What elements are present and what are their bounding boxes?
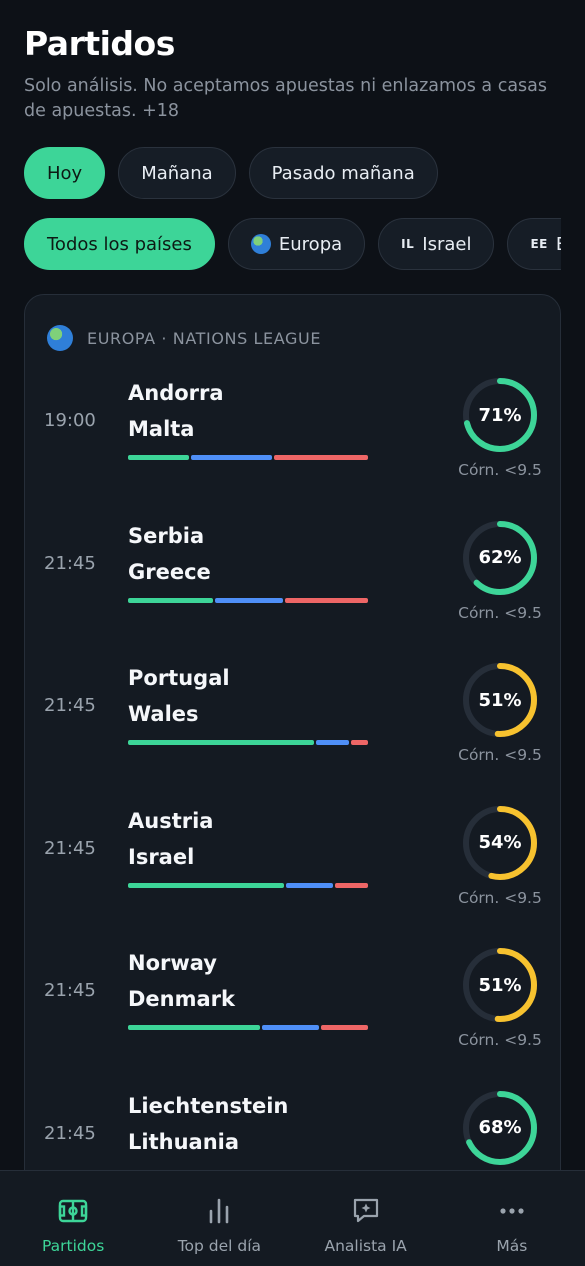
away-win-segment [285, 597, 368, 603]
away-team: Lithuania [128, 1129, 240, 1154]
country-chip-es[interactable]: EE Es [507, 218, 561, 270]
match-time: 21:45 [44, 837, 96, 859]
outcome-probability-bar [128, 1025, 368, 1030]
pitch-icon [58, 1199, 88, 1223]
league-card: EUROPA · NATIONS LEAGUE 19:00 Andorra Malt… [24, 294, 561, 1170]
tab-label: Analista IA [324, 1237, 407, 1255]
chip-label: Europa [278, 233, 343, 255]
matches-page: Partidos Solo análisis. No aceptamos apu… [0, 0, 585, 1170]
tab-top-del-dia[interactable]: Top del día [146, 1171, 292, 1266]
country-chip-all[interactable]: Todos los países [24, 218, 215, 270]
league-name: EUROPA · NATIONS LEAGUE [87, 328, 322, 348]
market-label: Córn. <9.5 [458, 461, 542, 479]
probability-value: 51% [478, 974, 522, 996]
away-team: Greece [128, 559, 211, 584]
match-row[interactable]: 21:45 Norway Denmark 51% Córn. <9.5 [25, 935, 560, 1077]
tab-label: Top del día [177, 1237, 262, 1255]
day-chip-day-after[interactable]: Pasado mañana [248, 147, 438, 199]
chip-label: Israel [422, 233, 472, 255]
globe-icon [47, 325, 73, 351]
globe-icon [250, 234, 271, 254]
day-filter-row: Hoy Mañana Pasado mañana [24, 147, 438, 199]
more-dots-icon [500, 1208, 524, 1214]
home-win-segment [128, 1025, 261, 1030]
home-win-segment [128, 455, 190, 460]
bottom-tab-bar: Partidos Top del día Analista IA Más [0, 1170, 585, 1266]
away-win-segment [273, 455, 368, 460]
day-chip-tomorrow[interactable]: Mañana [118, 147, 236, 199]
country-filter-row[interactable]: Todos los países Europa IL Israel EE Es [24, 218, 561, 270]
away-win-segment [334, 882, 369, 888]
away-team: Wales [128, 702, 199, 726]
day-chip-today[interactable]: Hoy [24, 147, 106, 199]
home-win-segment [128, 597, 213, 603]
probability-value: 62% [478, 547, 522, 568]
match-time: 21:45 [44, 980, 96, 1001]
market-label: Córn. <9.5 [458, 888, 542, 907]
match-row[interactable]: 21:45 Serbia Greece 62% Córn. <9.5 [25, 508, 560, 650]
probability-value: 68% [478, 1117, 522, 1138]
chip-label: Pasado mañana [271, 162, 415, 184]
home-team: Liechtenstein [128, 1093, 289, 1118]
home-team: Austria [128, 808, 214, 833]
home-win-segment [128, 882, 284, 888]
country-chip-israel[interactable]: IL Israel [378, 218, 495, 270]
home-team: Andorra [128, 381, 224, 405]
country-chip-europe[interactable]: Europa [227, 218, 366, 270]
match-row[interactable]: 19:00 Andorra Malta 71% Córn. <9.5 [25, 365, 560, 507]
match-row[interactable]: 21:45 Portugal Wales 51% Córn. <9.5 [25, 650, 560, 792]
home-team: Portugal [128, 666, 230, 690]
chat-sparkle-icon [353, 1198, 378, 1223]
tab-analista-ia[interactable]: Analista IA [293, 1171, 439, 1266]
outcome-probability-bar [128, 455, 368, 460]
draw-segment [214, 597, 284, 603]
outcome-probability-bar [128, 740, 368, 745]
draw-segment [191, 455, 272, 460]
bar-chart-icon [210, 1198, 229, 1224]
chip-label: Hoy [47, 162, 83, 184]
tab-label: Partidos [41, 1237, 105, 1255]
draw-segment [285, 882, 333, 888]
home-win-segment [128, 740, 315, 745]
away-team: Israel [128, 844, 195, 869]
home-team: Norway [128, 951, 217, 975]
outcome-probability-bar [128, 882, 369, 888]
away-win-segment [351, 740, 368, 745]
league-header: EUROPA · NATIONS LEAGUE [47, 325, 321, 351]
probability-value: 71% [478, 404, 522, 426]
tab-label: Más [496, 1237, 528, 1255]
page-title: Partidos [24, 24, 175, 63]
match-time: 21:45 [44, 552, 96, 574]
away-team: Denmark [128, 987, 235, 1011]
draw-segment [316, 740, 350, 745]
market-label: Córn. <9.5 [458, 603, 542, 622]
match-time: 21:45 [44, 1122, 96, 1144]
away-team: Malta [128, 417, 195, 441]
chip-label: Mañana [141, 162, 213, 184]
away-win-segment [320, 1025, 368, 1030]
chip-label: Es [556, 234, 561, 255]
chip-label: Todos los países [47, 233, 192, 255]
country-code-il: IL [401, 237, 415, 251]
probability-value: 54% [478, 832, 522, 853]
draw-segment [262, 1025, 319, 1030]
match-time: 21:45 [44, 695, 96, 716]
match-time: 19:00 [44, 410, 96, 431]
market-label: Córn. <9.5 [458, 746, 542, 764]
tab-partidos[interactable]: Partidos [0, 1171, 146, 1266]
disclaimer-text: Solo análisis. No aceptamos apuestas ni … [24, 76, 548, 121]
match-row[interactable]: 21:45 Austria Israel 54% Córn. <9.5 [25, 793, 560, 935]
tab-mas[interactable]: Más [439, 1171, 585, 1266]
home-team: Serbia [128, 523, 205, 548]
probability-value: 51% [478, 689, 522, 711]
outcome-probability-bar [128, 597, 368, 603]
country-code-ee: EE [530, 237, 548, 251]
match-row[interactable]: 21:45 Liechtenstein Lithuania 68% [25, 1078, 560, 1171]
market-label: Córn. <9.5 [458, 1031, 542, 1049]
